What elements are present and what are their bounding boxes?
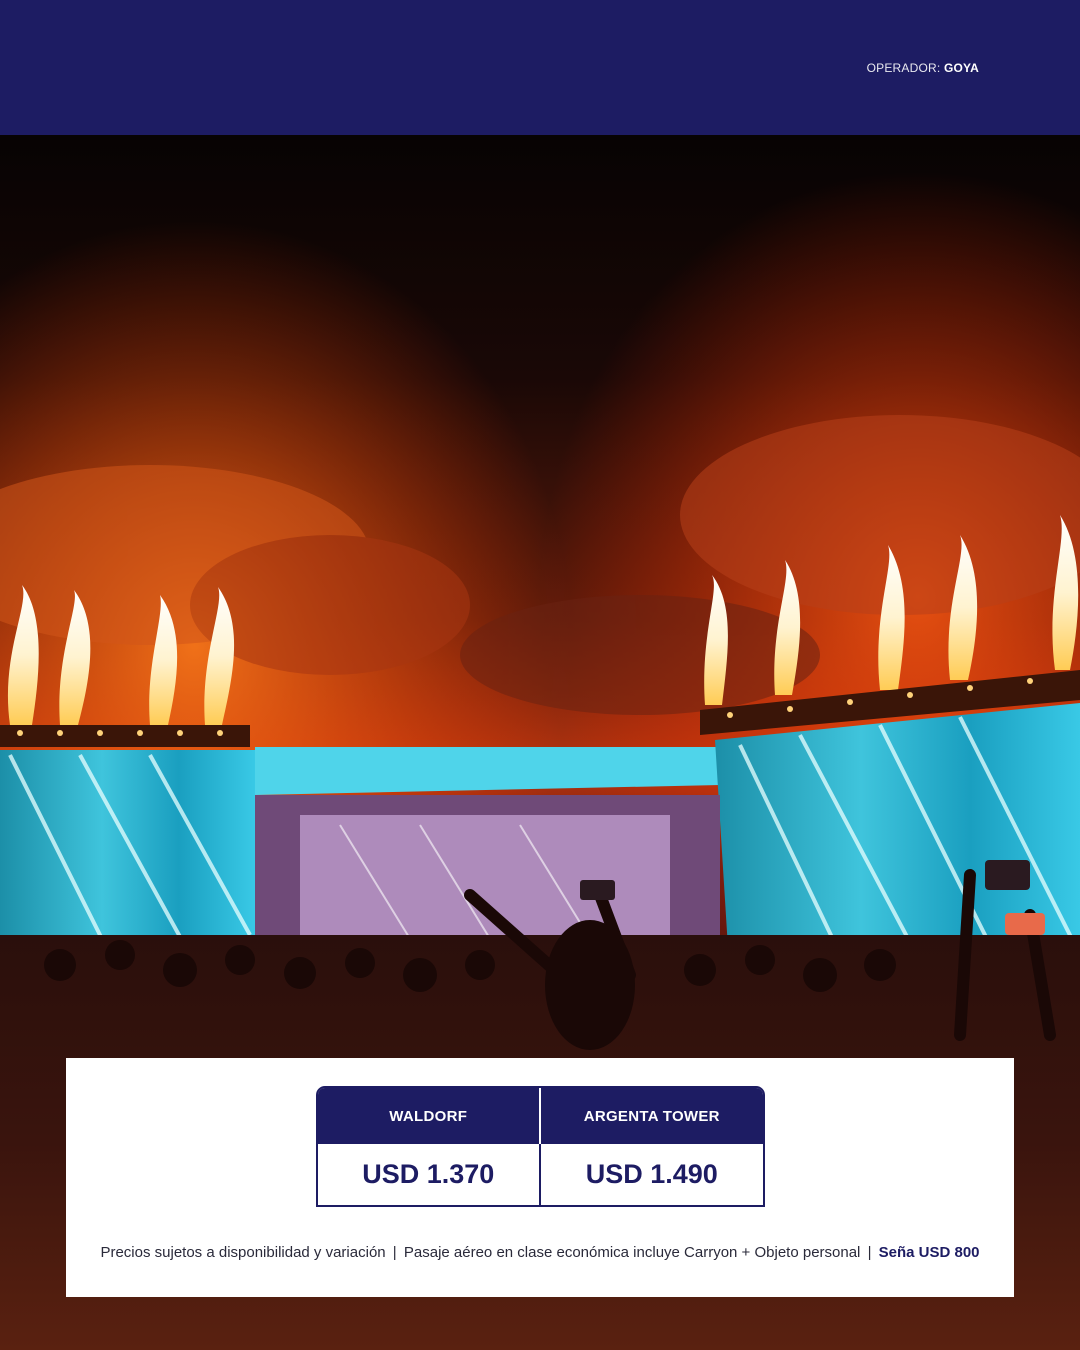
deposit-amount: Seña USD 800 xyxy=(878,1244,980,1261)
hotel-header-waldorf: WALDORF xyxy=(318,1088,541,1144)
disclaimer-separator: | xyxy=(392,1244,397,1261)
price-waldorf: USD 1.370 xyxy=(318,1144,541,1205)
price-argenta-tower: USD 1.490 xyxy=(540,1144,763,1205)
disclaimer: Precios sujetos a disponibilidad y varia… xyxy=(66,1244,1014,1261)
price-table: WALDORF ARGENTA TOWER USD 1.370 USD 1.49… xyxy=(316,1086,765,1207)
operator-credit: OPERADOR: GOYA xyxy=(867,61,979,75)
operator-name: GOYA xyxy=(943,61,979,75)
disclaimer-flight: Pasaje aéreo en clase económica incluye … xyxy=(403,1244,861,1261)
disclaimer-separator: | xyxy=(867,1244,872,1261)
hotel-header-argenta-tower: ARGENTA TOWER xyxy=(540,1088,763,1144)
price-card: WALDORF ARGENTA TOWER USD 1.370 USD 1.49… xyxy=(66,1058,1014,1297)
disclaimer-availability: Precios sujetos a disponibilidad y varia… xyxy=(100,1244,386,1261)
header-bar: OPERADOR: GOYA xyxy=(0,0,1080,135)
operator-label: OPERADOR: xyxy=(866,61,941,75)
